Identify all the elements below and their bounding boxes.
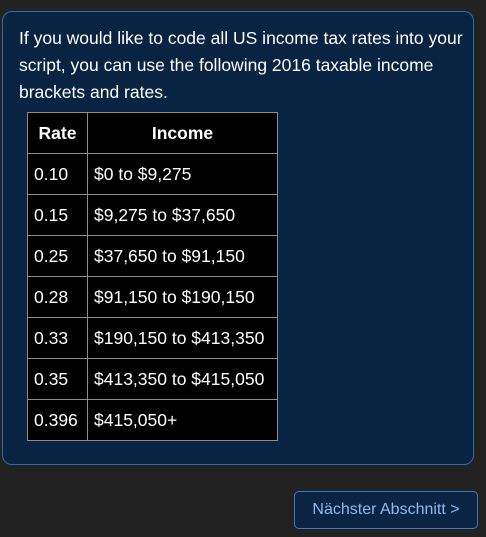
tax-brackets-table: Rate Income 0.10 $0 to $9,275 0.15 $9,27…	[27, 112, 278, 441]
intro-text: If you would like to code all US income …	[19, 28, 463, 102]
rate-cell: 0.15	[27, 194, 88, 236]
rate-cell: 0.396	[27, 399, 88, 441]
table-row: 0.35 $413,350 to $415,050	[27, 358, 278, 400]
rate-cell: 0.35	[27, 358, 88, 400]
rate-cell: 0.25	[27, 235, 88, 277]
header-income: Income	[87, 112, 278, 154]
header-rate: Rate	[27, 112, 88, 154]
table-header-row: Rate Income	[27, 112, 278, 154]
table-row: 0.33 $190,150 to $413,350	[27, 317, 278, 359]
income-cell: $91,150 to $190,150	[87, 276, 278, 318]
table-row: 0.28 $91,150 to $190,150	[27, 276, 278, 318]
table-row: 0.15 $9,275 to $37,650	[27, 194, 278, 236]
income-cell: $415,050+	[87, 399, 278, 441]
income-cell: $0 to $9,275	[87, 153, 278, 195]
table-row: 0.25 $37,650 to $91,150	[27, 235, 278, 277]
income-cell: $9,275 to $37,650	[87, 194, 278, 236]
rate-cell: 0.33	[27, 317, 88, 359]
rate-cell: 0.10	[27, 153, 88, 195]
income-cell: $190,150 to $413,350	[87, 317, 278, 359]
income-cell: $37,650 to $91,150	[87, 235, 278, 277]
income-cell: $413,350 to $415,050	[87, 358, 278, 400]
next-section-button[interactable]: Nächster Abschnitt >	[294, 491, 478, 529]
rate-cell: 0.28	[27, 276, 88, 318]
table-row: 0.396 $415,050+	[27, 399, 278, 441]
page: If you would like to code all US income …	[0, 0, 486, 537]
content-card: If you would like to code all US income …	[2, 11, 474, 465]
table-row: 0.10 $0 to $9,275	[27, 153, 278, 195]
